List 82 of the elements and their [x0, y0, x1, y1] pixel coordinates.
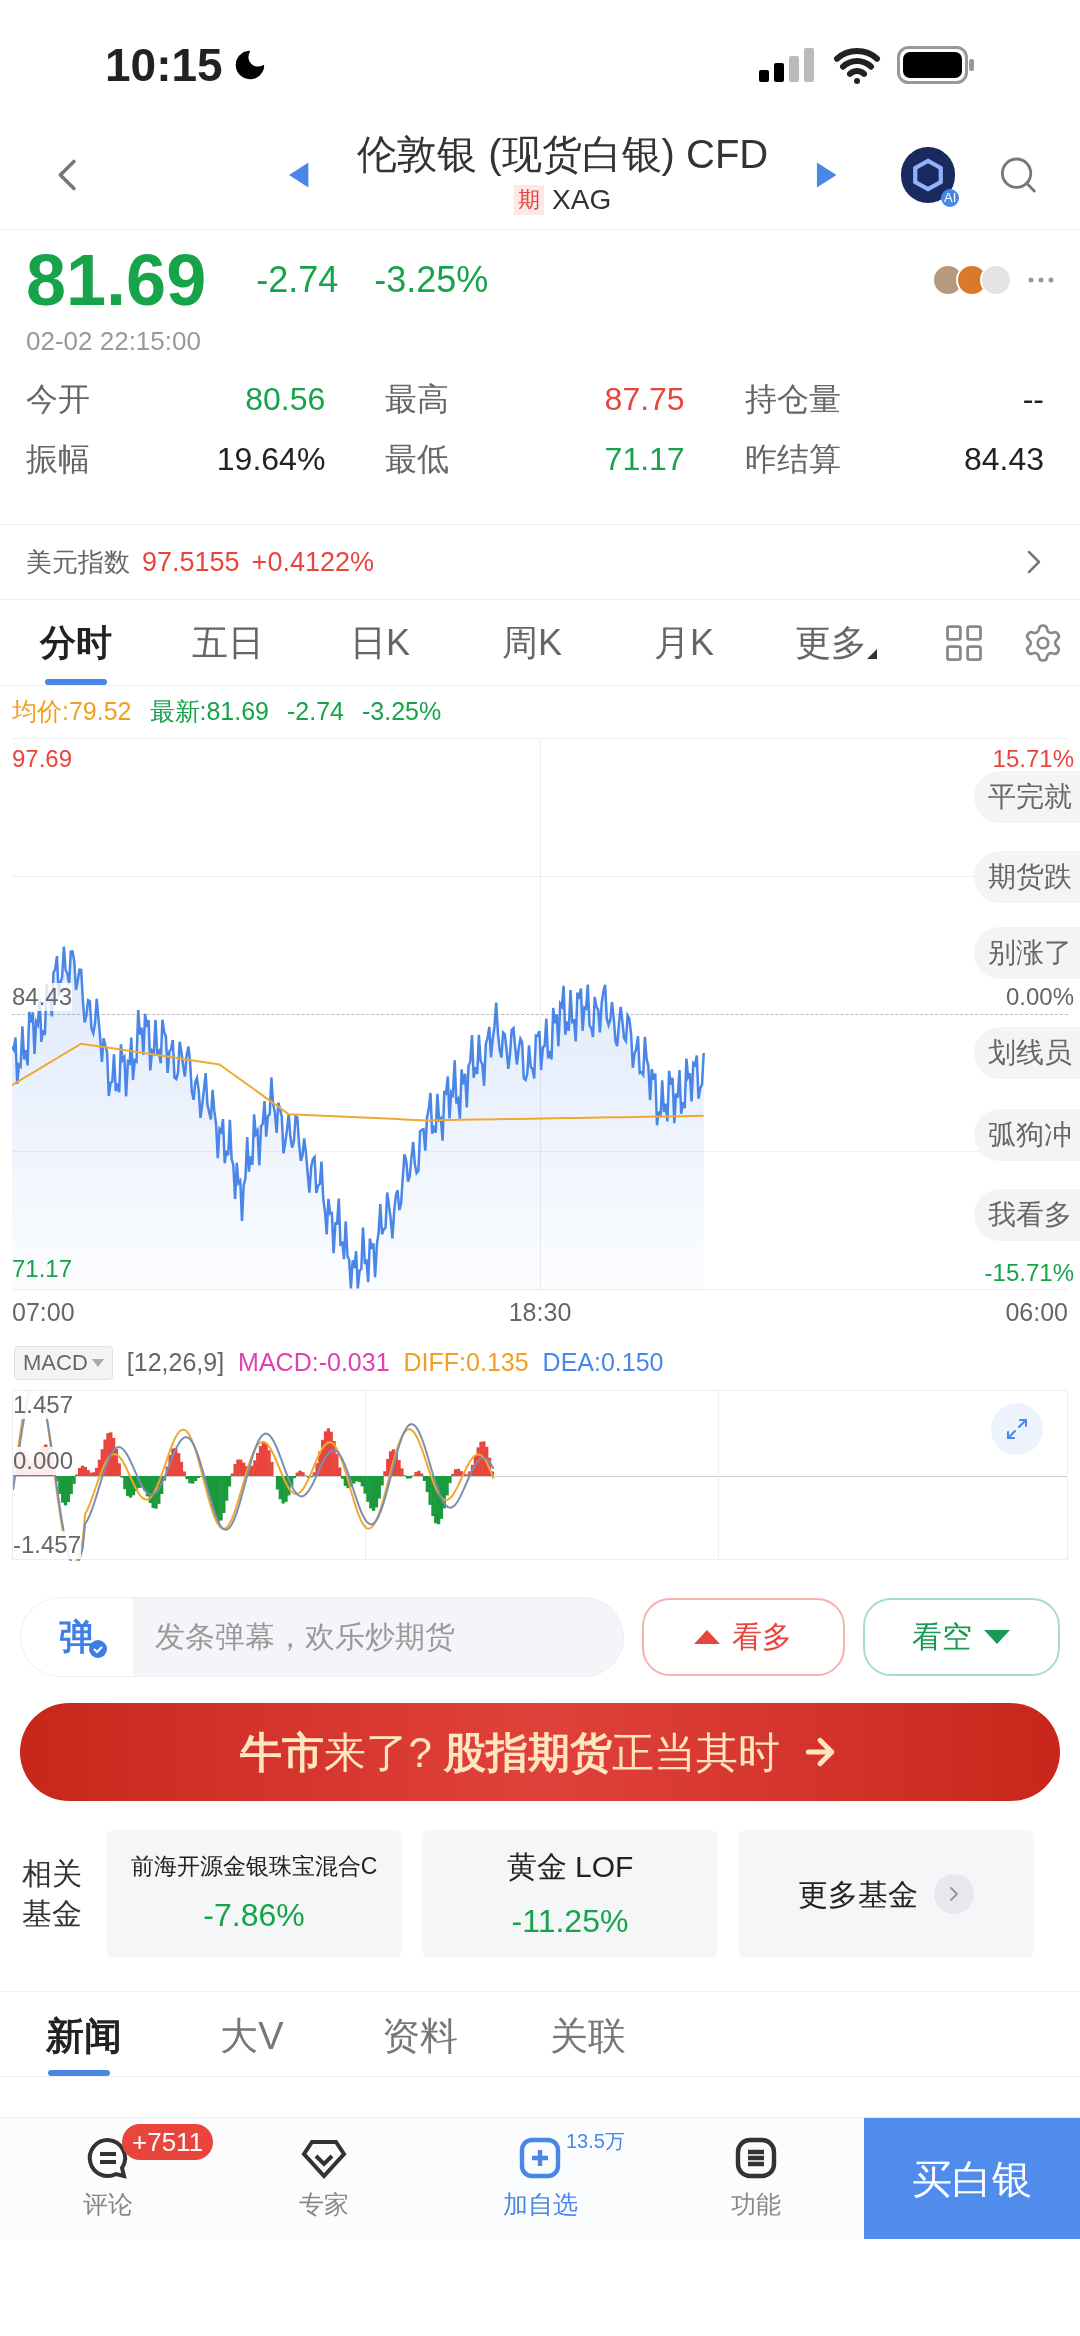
section-label: 相关基金	[22, 1856, 83, 1932]
price-change-percent: -3.25%	[374, 258, 489, 302]
chart-tab[interactable]: 日K	[304, 600, 456, 685]
promo-banner[interactable]: 牛市来了? 股指期货正当其时	[20, 1703, 1060, 1801]
fund-card[interactable]: 前海开源金银珠宝混合C -7.86%	[106, 1830, 402, 1958]
danmaku-logo-label: 弹	[59, 1614, 95, 1659]
axis-min-price: 71.17	[12, 1254, 73, 1284]
chart-tab[interactable]: 月K	[608, 600, 760, 685]
danmaku-comment: 平完就	[974, 771, 1080, 823]
stat-label: 最低	[385, 440, 450, 479]
quote-time: 02-02 22:15:00	[26, 325, 202, 358]
dea-value: DEA:0.150	[542, 1346, 664, 1378]
fund-change: -11.25%	[511, 1901, 629, 1941]
macd-axis-min: -1.457	[13, 1531, 82, 1559]
legend-change-percent: -3.25%	[362, 696, 442, 728]
fund-name: 前海开源金银珠宝混合C	[130, 1851, 378, 1881]
diff-value: DIFF:0.135	[403, 1346, 529, 1378]
index-change: +0.4122%	[251, 545, 374, 579]
index-label: 美元指数	[26, 545, 130, 579]
macd-value: MACD:-0.031	[238, 1346, 390, 1378]
stat-value: 71.17	[604, 440, 685, 479]
indicator-selector[interactable]: MACD	[14, 1345, 113, 1380]
macd-axis-zero: 0.000	[13, 1447, 74, 1475]
danmaku-input[interactable]: 弹 发条弹幕，欢乐炒期货	[20, 1596, 625, 1677]
stat-label: 持仓量	[744, 380, 841, 419]
time-label: 18:30	[508, 1296, 572, 1328]
dollar-index-row[interactable]: 美元指数 97.5155 +0.4122%	[0, 525, 1080, 600]
danmaku-comment: 别涨了	[974, 927, 1080, 979]
stat-value: 87.75	[604, 380, 685, 419]
chart-tab[interactable]: 周K	[456, 600, 608, 685]
danmaku-comment: 弧狗冲	[974, 1109, 1080, 1161]
stat-label: 最高	[385, 380, 450, 419]
latest-price: 最新:81.69	[149, 696, 270, 728]
axis-prev-settle: 84.43	[12, 983, 73, 1011]
symbol-code: XAG	[552, 182, 612, 217]
stat-value: 19.64%	[216, 440, 326, 479]
chart-tab[interactable]: 分时	[0, 600, 152, 685]
status-time: 10:15	[105, 37, 223, 93]
news-tab[interactable]: 关联	[504, 1996, 672, 2076]
news-tab[interactable]: 资料	[336, 1996, 504, 2076]
average-price: 均价:79.52	[12, 696, 132, 728]
danmaku-comment: 期货跌	[974, 851, 1080, 903]
follower-count: 13.5万	[566, 2130, 625, 2152]
time-label: 07:00	[12, 1296, 75, 1328]
chart-tab[interactable]: 更多	[760, 600, 912, 685]
fund-card[interactable]: 黄金 LOF -11.25%	[422, 1830, 718, 1958]
bearish-button[interactable]: 看空	[862, 1597, 1060, 1676]
axis-max-percent: 15.71%	[992, 744, 1074, 774]
bullish-button[interactable]: 看多	[642, 1597, 845, 1676]
stat-label: 今开	[26, 380, 90, 419]
news-tab[interactable]: 大V	[168, 1996, 336, 2076]
nav-label[interactable]: 评论	[83, 2185, 133, 2224]
news-tab[interactable]: 新闻	[0, 1996, 168, 2076]
futures-tag: 期	[514, 184, 545, 215]
nav-label[interactable]: 加自选	[502, 2185, 578, 2224]
price-change: -2.74	[256, 258, 339, 302]
more-funds-label: 更多基金	[798, 1876, 918, 1913]
comment-count-badge: +7511	[122, 2124, 214, 2160]
last-price: 81.69	[26, 239, 207, 322]
legend-change: -2.74	[287, 696, 344, 728]
instrument-title: 伦敦银 (现货白银) CFD	[357, 130, 769, 178]
stat-label: 昨结算	[744, 440, 841, 479]
index-value: 97.5155	[142, 545, 240, 579]
danmaku-comment: 划线员	[974, 1027, 1080, 1079]
danmaku-comment: 我看多	[974, 1189, 1080, 1241]
stat-value: 80.56	[245, 380, 326, 419]
fund-name: 黄金 LOF	[506, 1848, 634, 1885]
fund-change: -7.86%	[203, 1896, 305, 1936]
axis-max-price: 97.69	[12, 744, 73, 774]
stat-label: 振幅	[26, 440, 90, 479]
buy-button[interactable]: 买白银	[864, 2118, 1080, 2239]
chart-tab[interactable]: 五日	[152, 600, 304, 685]
stat-value: --	[1022, 380, 1044, 419]
banner-text: 牛市来了? 股指期货正当其时	[240, 1727, 780, 1778]
time-label: 06:00	[1005, 1296, 1068, 1328]
more-funds-card[interactable]: 更多基金	[738, 1830, 1034, 1958]
nav-label[interactable]: 功能	[731, 2185, 781, 2224]
danmaku-field[interactable]: 发条弹幕，欢乐炒期货	[133, 1597, 624, 1676]
stat-value: 84.43	[963, 440, 1044, 479]
macd-axis-max: 1.457	[13, 1391, 74, 1419]
macd-params: [12,26,9]	[126, 1346, 225, 1378]
nav-label[interactable]: 专家	[299, 2185, 349, 2224]
